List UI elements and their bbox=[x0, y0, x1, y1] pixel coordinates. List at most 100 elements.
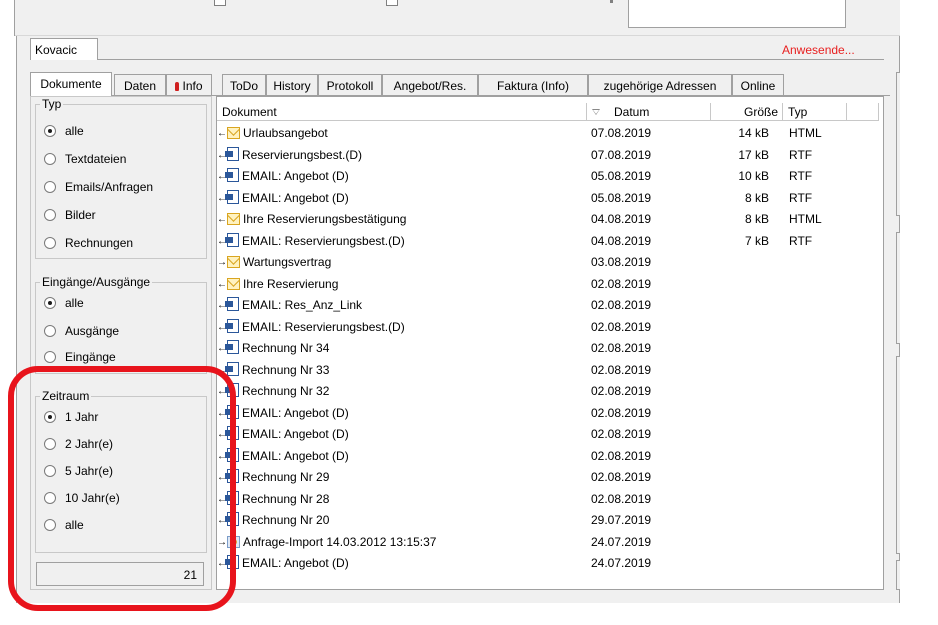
table-row[interactable]: → Wartungsvertrag 03.08.2019 bbox=[217, 253, 879, 271]
cell-typ: RTF bbox=[789, 147, 813, 162]
direction-radio-eingaenge[interactable]: Eingänge bbox=[44, 349, 116, 365]
table-row[interactable]: ← EMAIL: Angebot (D) 02.08.2019 bbox=[217, 425, 879, 443]
tab-dokumente[interactable]: Dokumente bbox=[30, 72, 112, 96]
tab-info[interactable]: Info bbox=[166, 74, 212, 96]
cell-datum: 02.08.2019 bbox=[591, 491, 652, 506]
typ-group-label: Typ bbox=[40, 97, 64, 111]
radio-label: Textdateien bbox=[65, 152, 127, 166]
field-label-fragment bbox=[610, 0, 613, 3]
zeitraum-radio-5-jahre[interactable]: 5 Jahr(e) bbox=[44, 463, 113, 479]
table-row[interactable]: ← EMAIL: Angebot (D) 02.08.2019 bbox=[217, 447, 879, 465]
column-header-dokument[interactable]: Dokument bbox=[217, 103, 587, 121]
direction-radio-alle[interactable]: alle bbox=[44, 295, 84, 311]
radio-label: Eingänge bbox=[65, 350, 116, 364]
column-header-groesse[interactable]: Größe bbox=[711, 103, 783, 121]
table-row[interactable]: ← EMAIL: Angebot (D) 02.08.2019 bbox=[217, 404, 879, 422]
newsletter-checkbox[interactable] bbox=[214, 0, 226, 6]
right-side-panel-4 bbox=[896, 560, 900, 590]
tab-online[interactable]: Online bbox=[732, 74, 784, 96]
radio-button[interactable] bbox=[44, 351, 56, 363]
tab-contact-kovacic[interactable]: Kovacic bbox=[30, 38, 98, 60]
table-row[interactable]: ← EMAIL: Angebot (D) 24.07.2019 bbox=[217, 554, 879, 572]
cell-datum: 07.08.2019 bbox=[591, 126, 652, 140]
tab-divider bbox=[98, 59, 884, 60]
typ-radio-emails[interactable]: Emails/Anfragen bbox=[44, 179, 153, 195]
table-row[interactable]: ← Ihre Reservierungsbestätigung 04.08.2019… bbox=[217, 210, 879, 228]
zeitraum-radio-10-jahre[interactable]: 10 Jahr(e) bbox=[44, 490, 120, 506]
zeitraum-radio-1-jahr[interactable]: 1 Jahr bbox=[44, 409, 98, 425]
table-row[interactable]: ← EMAIL: Angebot (D) 05.08.2019 8 kB RTF bbox=[217, 189, 879, 207]
table-row[interactable]: ← EMAIL: Angebot (D) 05.08.2019 10 kB RTF bbox=[217, 167, 879, 185]
cell-datum: 02.08.2019 bbox=[591, 341, 652, 355]
typ-radio-alle[interactable]: alle bbox=[44, 123, 84, 139]
tab-zugehoerige-adressen[interactable]: zugehörige Adressen bbox=[588, 74, 732, 96]
tab-protokoll[interactable]: Protokoll bbox=[318, 74, 382, 96]
abgemeldet-checkbox[interactable] bbox=[386, 0, 398, 6]
top-input-field[interactable] bbox=[628, 0, 846, 28]
radio-button-selected[interactable] bbox=[44, 125, 56, 137]
zeitraum-group: Zeitraum 1 Jahr 2 Jahr(e) 5 Jahr(e) 10 J… bbox=[35, 389, 207, 553]
table-row[interactable]: ← Rechnung Nr 28 02.08.2019 bbox=[217, 490, 879, 508]
radio-button[interactable] bbox=[44, 209, 56, 221]
cell-datum: 29.07.2019 bbox=[591, 513, 652, 527]
direction-radio-ausgaenge[interactable]: Ausgänge bbox=[44, 323, 119, 339]
table-row[interactable]: ← Rechnung Nr 20 29.07.2019 bbox=[217, 511, 879, 529]
exclamation-icon bbox=[175, 82, 180, 91]
tab-faktura-info[interactable]: Faktura (Info) bbox=[478, 74, 588, 96]
tab-label: Protokoll bbox=[326, 79, 374, 93]
radio-button[interactable] bbox=[44, 465, 56, 477]
table-row[interactable]: ← Rechnung Nr 32 02.08.2019 bbox=[217, 382, 879, 400]
tab-daten[interactable]: Daten bbox=[114, 74, 166, 96]
word-doc-icon bbox=[225, 447, 239, 462]
document-name: EMAIL: Reservierungsbest.(D) bbox=[242, 233, 405, 248]
table-row[interactable]: ← EMAIL: Reservierungsbest.(D) 04.08.2019 7… bbox=[217, 232, 879, 250]
tab-history[interactable]: History bbox=[266, 74, 318, 96]
radio-button[interactable] bbox=[44, 181, 56, 193]
document-name: Rechnung Nr 32 bbox=[242, 384, 330, 398]
radio-button[interactable] bbox=[44, 325, 56, 337]
direction-group: Eingänge/Ausgänge alle Ausgänge Eingänge bbox=[35, 275, 207, 374]
table-row[interactable]: ← Rechnung Nr 34 02.08.2019 bbox=[217, 339, 879, 357]
word-doc-icon bbox=[225, 146, 239, 161]
outgoing-arrow-icon: → bbox=[217, 257, 227, 268]
cell-dokument: ← Ihre Reservierung bbox=[217, 277, 338, 291]
zeitraum-radio-alle[interactable]: alle bbox=[44, 517, 84, 533]
typ-radio-bilder[interactable]: Bilder bbox=[44, 207, 96, 223]
radio-button[interactable] bbox=[44, 153, 56, 165]
radio-button[interactable] bbox=[44, 438, 56, 450]
radio-button[interactable] bbox=[44, 492, 56, 504]
right-side-panel-2 bbox=[896, 232, 900, 344]
cell-groesse: 7 kB bbox=[744, 233, 769, 248]
cell-dokument: ← EMAIL: Angebot (D) bbox=[217, 447, 349, 463]
zeitraum-radio-2-jahre[interactable]: 2 Jahr(e) bbox=[44, 436, 113, 452]
document-name: EMAIL: Reservierungsbest.(D) bbox=[242, 319, 405, 334]
radio-button[interactable] bbox=[44, 237, 56, 249]
radio-label: 2 Jahr(e) bbox=[65, 437, 114, 451]
document-name: EMAIL: Angebot (D) bbox=[242, 427, 349, 441]
table-row[interactable]: ← Rechnung Nr 29 02.08.2019 bbox=[217, 468, 879, 486]
zeitraum-group-label: Zeitraum bbox=[40, 389, 92, 403]
table-row[interactable]: ← Ihre Reservierung 02.08.2019 bbox=[217, 275, 879, 293]
column-header-datum[interactable]: Datum bbox=[587, 103, 711, 121]
word-doc-icon bbox=[225, 426, 239, 440]
radio-button-selected[interactable] bbox=[44, 297, 56, 309]
typ-radio-rechnungen[interactable]: Rechnungen bbox=[44, 235, 133, 251]
typ-radio-textdateien[interactable]: Textdateien bbox=[44, 151, 126, 167]
tab-angebot-res[interactable]: Angebot/Res. bbox=[382, 74, 478, 96]
table-row[interactable]: ← EMAIL: Res_Anz_Link 02.08.2019 bbox=[217, 296, 879, 314]
table-row[interactable]: ← Urlaubsangebot 07.08.2019 14 kB HTML bbox=[217, 124, 879, 142]
column-header-typ[interactable]: Typ bbox=[783, 103, 847, 121]
cell-dokument: ← Ihre Reservierungsbestätigung bbox=[217, 212, 406, 226]
document-name: Rechnung Nr 20 bbox=[242, 513, 330, 527]
radio-button-selected[interactable] bbox=[44, 411, 56, 423]
table-row[interactable]: ← EMAIL: Reservierungsbest.(D) 02.08.2019 bbox=[217, 318, 879, 336]
cell-datum: 24.07.2019 bbox=[591, 556, 652, 570]
tab-todo[interactable]: ToDo bbox=[222, 74, 266, 96]
table-row[interactable]: → Anfrage-Import 14.03.2012 13:15:37 24.07… bbox=[217, 533, 879, 551]
table-row[interactable]: ← Reservierungsbest.(D) 07.08.2019 17 kB RTF bbox=[217, 146, 879, 164]
cell-dokument: ← Reservierungsbest.(D) bbox=[217, 146, 362, 162]
cell-groesse: 17 kB bbox=[738, 147, 769, 162]
status-anwesende[interactable]: Anwesende... bbox=[782, 43, 855, 57]
table-row[interactable]: ← Rechnung Nr 33 02.08.2019 bbox=[217, 361, 879, 379]
radio-button[interactable] bbox=[44, 519, 56, 531]
